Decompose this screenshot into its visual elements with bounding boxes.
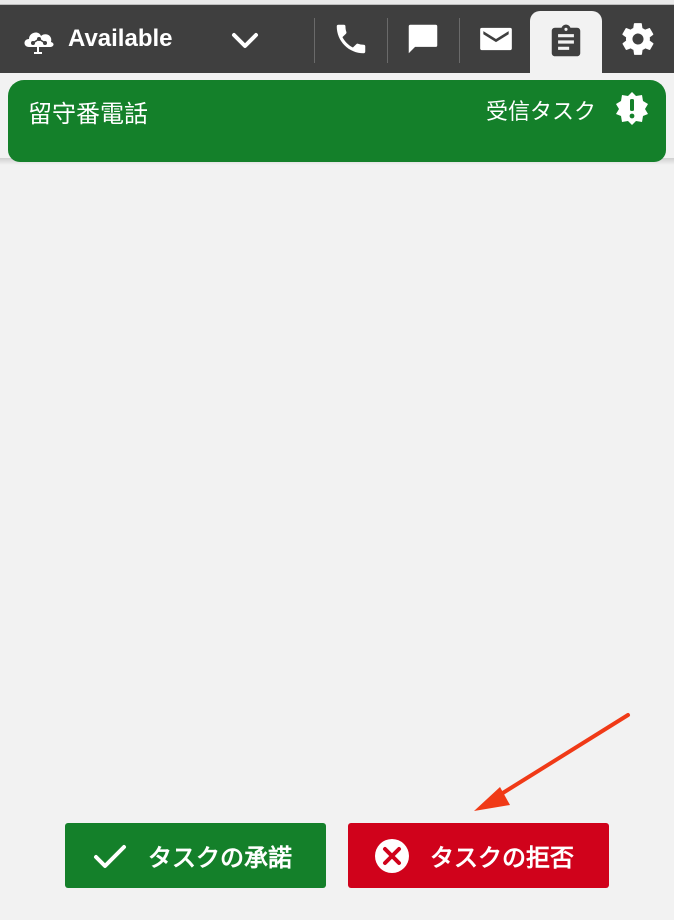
annotation-arrow <box>474 713 630 811</box>
accept-task-label: タスクの承諾 <box>148 844 292 872</box>
alert-badge-icon <box>616 92 648 125</box>
chat-button[interactable] <box>387 5 459 73</box>
mail-icon <box>480 27 512 51</box>
chat-icon <box>408 24 438 54</box>
checkmark-icon <box>94 844 126 868</box>
mail-button[interactable] <box>460 5 532 73</box>
tasks-tab[interactable] <box>530 11 602 73</box>
phone-button[interactable] <box>315 5 387 73</box>
task-type-label: 受信タスク <box>485 100 596 125</box>
close-circle-icon <box>375 838 409 873</box>
clipboard-icon <box>551 24 581 57</box>
phone-icon <box>336 24 366 54</box>
status-dropdown[interactable]: Available <box>20 5 300 73</box>
reject-task-button[interactable]: タスクの拒否 <box>348 823 609 888</box>
gear-icon <box>622 23 654 55</box>
status-label: Available <box>68 25 173 52</box>
chevron-down-icon <box>232 33 258 48</box>
settings-button[interactable] <box>602 5 674 73</box>
accept-task-button[interactable]: タスクの承諾 <box>65 823 326 888</box>
top-toolbar: Available <box>0 5 674 73</box>
task-header[interactable]: 留守番電話 受信タスク <box>8 80 666 162</box>
task-title: 留守番電話 <box>28 100 148 128</box>
reject-task-label: タスクの拒否 <box>430 844 574 872</box>
cloud-network-icon <box>24 32 54 54</box>
